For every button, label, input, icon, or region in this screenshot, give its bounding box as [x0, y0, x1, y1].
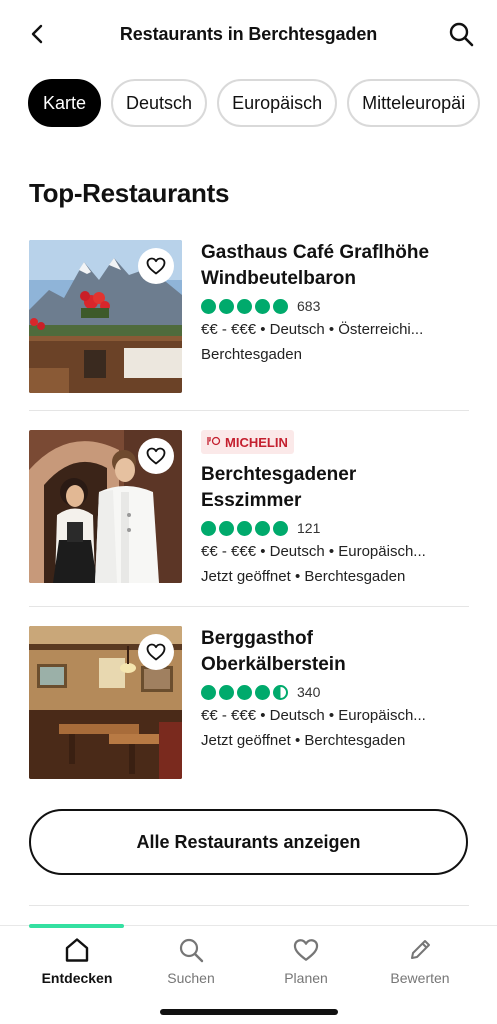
nav-item-bewerten[interactable]: Bewerten: [370, 936, 470, 986]
restaurant-card[interactable]: Berggasthof Oberkälberstein 340 €€ - €€€…: [29, 626, 469, 779]
michelin-label: MICHELIN: [225, 434, 288, 450]
nav-label: Entdecken: [41, 970, 113, 986]
heart-icon: [293, 939, 319, 961]
search-icon: [179, 938, 204, 963]
filter-chip-europaeisch[interactable]: Europäisch: [217, 79, 338, 127]
filter-chip-mitteleuropaeisch[interactable]: Mitteleuropäi: [347, 79, 481, 127]
filter-chip-deutsch[interactable]: Deutsch: [111, 79, 208, 127]
rating-bubbles: 340: [201, 684, 471, 700]
restaurant-location: Jetzt geöffnet • Berchtesgaden: [201, 732, 406, 749]
divider: [29, 606, 469, 607]
show-all-restaurants-button[interactable]: Alle Restaurants anzeigen: [29, 809, 468, 875]
review-count: 683: [297, 298, 321, 314]
restaurant-name[interactable]: Gasthaus Café Graflhöhe Windbeutelbaron: [201, 240, 471, 292]
search-button[interactable]: [445, 18, 477, 50]
filter-chip-karte[interactable]: Karte: [28, 79, 102, 127]
rating-bubble-icon: [237, 298, 252, 314]
restaurant-photo: [29, 430, 182, 583]
rating-bubble-icon: [255, 684, 270, 700]
save-button[interactable]: [138, 438, 174, 474]
rating-bubble-icon: [237, 520, 252, 536]
restaurant-meta: €€ - €€€ • Deutsch • Österreichi...: [201, 321, 424, 338]
restaurant-meta: €€ - €€€ • Deutsch • Europäisch...: [201, 543, 426, 560]
rating-bubble-icon: [273, 298, 288, 314]
nav-item-planen[interactable]: Planen: [256, 936, 356, 986]
page-title: Restaurants in Berchtesgaden: [119, 24, 378, 44]
restaurant-meta: €€ - €€€ • Deutsch • Europäisch...: [201, 707, 426, 724]
restaurant-name-line: Windbeutelbaron: [201, 268, 356, 289]
restaurant-photo: [29, 626, 182, 779]
nav-label: Bewerten: [390, 970, 450, 986]
rating-bubble-icon: [273, 520, 288, 536]
rating-bubble-icon: [255, 520, 270, 536]
restaurant-name-line: Esszimmer: [201, 490, 302, 511]
restaurant-name-line: Gasthaus Café Graflhöhe: [201, 242, 430, 263]
section-title: Top-Restaurants: [29, 178, 230, 208]
nav-item-entdecken[interactable]: Entdecken: [27, 936, 127, 986]
active-tab-indicator: [29, 924, 124, 928]
heart-icon: [146, 257, 166, 275]
review-count: 340: [297, 684, 321, 700]
save-button[interactable]: [138, 248, 174, 284]
search-icon: [449, 22, 474, 47]
heart-icon: [146, 447, 166, 465]
filter-chips: Karte Deutsch Europäisch Mitteleuropäi: [28, 79, 497, 127]
rating-bubbles: 683: [201, 298, 471, 314]
michelin-icon: [207, 435, 221, 449]
restaurant-location: Jetzt geöffnet • Berchtesgaden: [201, 568, 406, 585]
restaurant-name[interactable]: Berchtesgadener Esszimmer: [201, 462, 471, 514]
rating-bubble-icon: [201, 684, 216, 700]
restaurant-name-line: Oberkälberstein: [201, 654, 346, 675]
rating-bubble-icon: [219, 298, 234, 314]
rating-bubble-icon: [237, 684, 252, 700]
heart-icon: [146, 643, 166, 661]
michelin-badge: MICHELIN: [201, 430, 294, 454]
rating-bubble-icon: [201, 298, 216, 314]
restaurant-name-line: Berchtesgadener: [201, 464, 357, 485]
divider: [29, 905, 469, 906]
top-bar: Restaurants in Berchtesgaden: [0, 0, 497, 68]
save-button[interactable]: [138, 634, 174, 670]
nav-item-suchen[interactable]: Suchen: [141, 936, 241, 986]
restaurant-name[interactable]: Berggasthof Oberkälberstein: [201, 626, 471, 678]
pencil-icon: [411, 940, 430, 959]
rating-bubble-icon: [201, 520, 216, 536]
home-indicator: [160, 1009, 338, 1015]
rating-bubble-icon: [255, 298, 270, 314]
restaurant-photo: [29, 240, 182, 393]
nav-label: Planen: [284, 970, 328, 986]
rating-half-bubble-icon: [273, 684, 288, 700]
restaurant-card[interactable]: MICHELIN Berchtesgadener Esszimmer 121 €…: [29, 430, 471, 585]
review-count: 121: [297, 520, 321, 536]
nav-label: Suchen: [167, 970, 215, 986]
home-icon: [65, 938, 89, 962]
restaurant-card[interactable]: Gasthaus Café Graflhöhe Windbeutelbaron …: [29, 240, 469, 393]
rating-bubble-icon: [219, 684, 234, 700]
rating-bubbles: 121: [201, 520, 471, 536]
bottom-nav: Entdecken Suchen Planen Bewerten: [0, 924, 497, 1024]
rating-bubble-icon: [219, 520, 234, 536]
restaurant-name-line: Berggasthof: [201, 628, 313, 649]
restaurant-location: Berchtesgaden: [201, 346, 302, 363]
divider: [29, 410, 469, 411]
